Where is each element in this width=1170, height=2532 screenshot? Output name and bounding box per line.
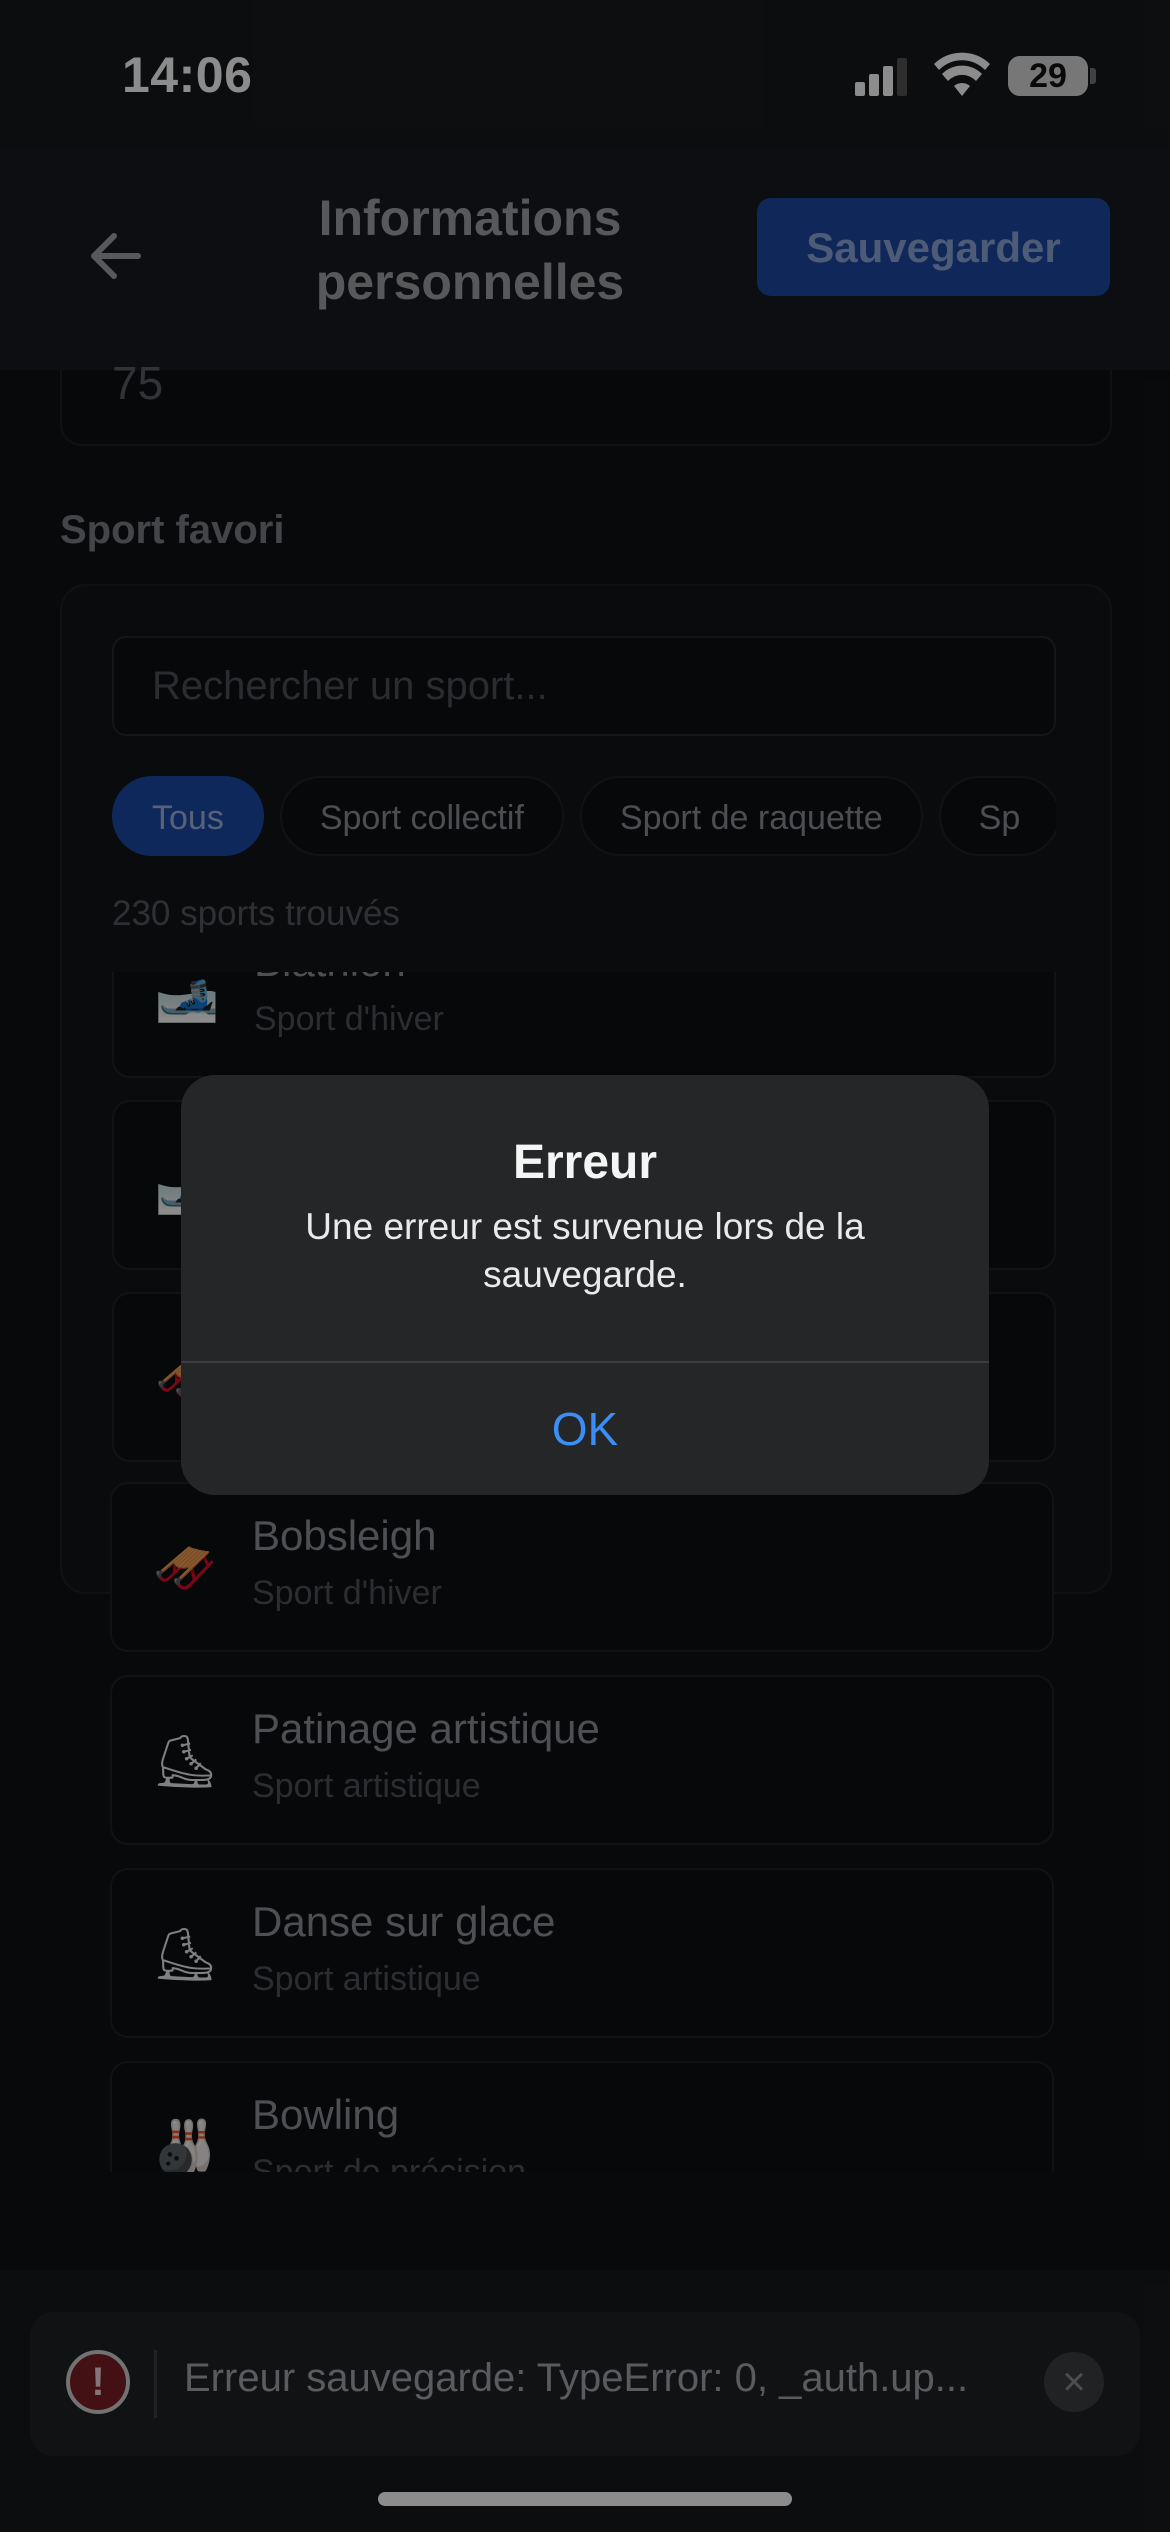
- alert-message: Une erreur est survenue lors de la sauve…: [305, 1206, 865, 1295]
- alert-ok-button[interactable]: OK: [181, 1363, 989, 1495]
- alert-title: Erreur: [512, 1136, 658, 1189]
- error-alert-dialog: Erreur Une erreur est survenue lors de l…: [181, 1075, 989, 1495]
